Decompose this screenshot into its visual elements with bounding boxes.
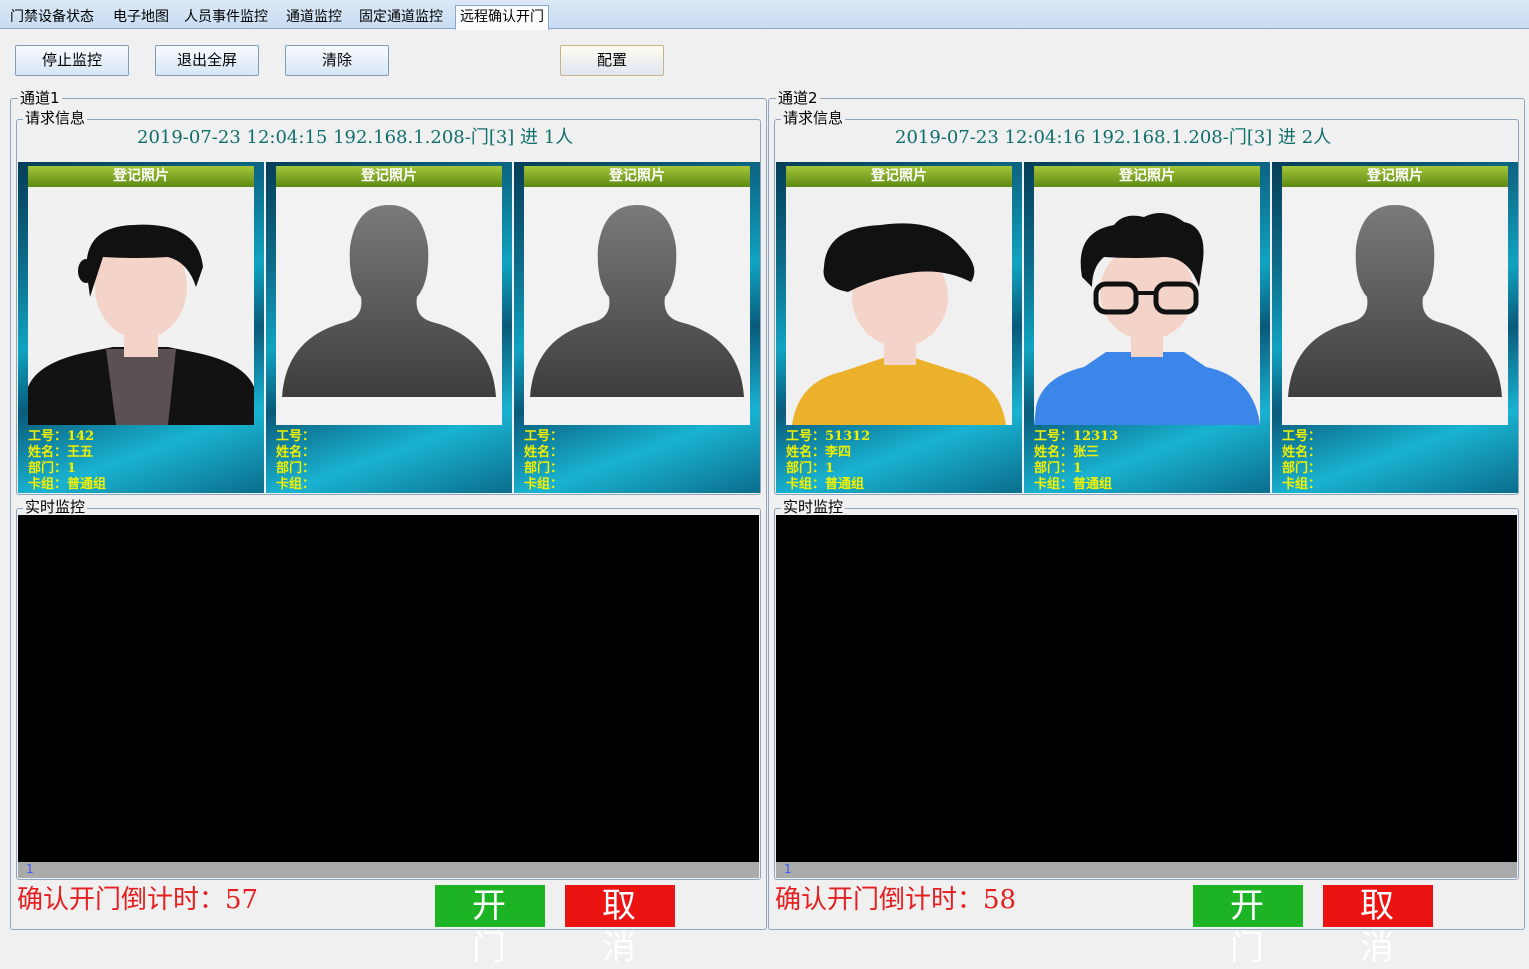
person-dept: 部门： (524, 461, 564, 476)
person-dept: 部门：1 (1034, 461, 1083, 476)
tab-device-status[interactable]: 门禁设备状态 (6, 6, 98, 28)
placeholder-silhouette-icon (1282, 187, 1508, 425)
card-header: 登记照片 (28, 166, 254, 187)
monitor-index: 1 (784, 862, 792, 876)
person-dept: 部门：1 (786, 461, 835, 476)
card-header: 登记照片 (1034, 166, 1260, 187)
person-name: 姓名： (1282, 445, 1322, 460)
person-dept: 部门： (1282, 461, 1322, 476)
person-name: 姓名：张三 (1034, 445, 1100, 460)
channel-2-video-scrollbar[interactable]: 1 (776, 862, 1517, 878)
channel-1-title: 通道1 (18, 89, 62, 107)
person-dept: 部门： (276, 461, 316, 476)
man-suit-avatar (28, 187, 254, 425)
channel-1-cancel-button[interactable]: 取消 (565, 885, 675, 968)
tab-personnel-event-monitor[interactable]: 人员事件监控 (180, 6, 272, 28)
card-header: 登记照片 (786, 166, 1012, 187)
channel-1-live-video[interactable] (18, 515, 759, 862)
stop-monitor-button[interactable]: 停止监控 (15, 45, 129, 76)
placeholder-silhouette-icon (524, 187, 750, 425)
channel-2-request-text: 2019-07-23 12:04:16 192.168.1.208-门[3] 进… (895, 127, 1332, 148)
person-name: 姓名：王五 (28, 445, 94, 460)
clear-button[interactable]: 清除 (285, 45, 389, 76)
person-group: 卡组： (276, 477, 316, 492)
channel-2-monitor-label: 实时监控 (781, 498, 846, 516)
person-group: 卡组： (1282, 477, 1322, 492)
person-id: 工号：142 (28, 429, 95, 444)
channel-2-title: 通道2 (776, 89, 820, 107)
person-group: 卡组：普通组 (1034, 477, 1113, 492)
person-group: 卡组：普通组 (28, 477, 107, 492)
tab-bar: 门禁设备状态 电子地图 人员事件监控 通道监控 固定通道监控 远程确认开门 (0, 0, 1529, 30)
yellow-shirt-avatar (786, 187, 1012, 425)
card-header: 登记照片 (524, 166, 750, 187)
channel-2-live-video[interactable] (776, 515, 1517, 862)
channel-1-person-card-1: 登记照片 工号：142 姓名：王五 部门：1 卡组：普通组 (18, 162, 264, 493)
tab-electronic-map[interactable]: 电子地图 (109, 6, 173, 28)
channel-2-person-card-3: 登记照片 工号： 姓名： 部门： 卡组： (1272, 162, 1518, 493)
channel-1-person-card-2: 登记照片 工号： 姓名： 部门： 卡组： (266, 162, 512, 493)
channel-2-person-card-1: 登记照片 工号：51312 姓名：李四 部门：1 卡组：普通组 (776, 162, 1022, 493)
channel-1-request-text: 2019-07-23 12:04:15 192.168.1.208-门[3] 进… (137, 127, 574, 148)
tab-channel-monitor[interactable]: 通道监控 (282, 6, 346, 28)
person-group: 卡组：普通组 (786, 477, 865, 492)
channel-1-request-label: 请求信息 (23, 109, 88, 127)
glasses-blue-shirt-avatar (1034, 187, 1260, 425)
channel-1-monitor-label: 实时监控 (23, 498, 88, 516)
person-name: 姓名：李四 (786, 445, 852, 460)
person-dept: 部门：1 (28, 461, 77, 476)
channel-2-cancel-button[interactable]: 取消 (1323, 885, 1433, 968)
channel-1-person-card-3: 登记照片 工号： 姓名： 部门： 卡组： (514, 162, 760, 493)
channel-2-countdown: 确认开门倒计时：58 (775, 885, 1017, 915)
card-header: 登记照片 (1282, 166, 1508, 187)
person-id: 工号：12313 (1034, 429, 1119, 444)
channel-1-countdown: 确认开门倒计时：57 (17, 885, 259, 915)
channel-2-open-door-button[interactable]: 开门 (1193, 885, 1303, 968)
config-button[interactable]: 配置 (560, 45, 664, 76)
monitor-index: 1 (26, 862, 34, 876)
person-id: 工号： (1282, 429, 1322, 444)
placeholder-silhouette-icon (276, 187, 502, 425)
tab-fixed-channel-monitor[interactable]: 固定通道监控 (355, 6, 447, 28)
person-name: 姓名： (276, 445, 316, 460)
channel-2-person-card-2: 登记照片 工号：12313 姓名：张三 部门：1 卡组：普通组 (1024, 162, 1270, 493)
card-header: 登记照片 (276, 166, 502, 187)
exit-fullscreen-button[interactable]: 退出全屏 (155, 45, 259, 76)
person-id: 工号： (276, 429, 316, 444)
channel-1-open-door-button[interactable]: 开门 (435, 885, 545, 968)
channel-2-request-label: 请求信息 (781, 109, 846, 127)
person-id: 工号：51312 (786, 429, 871, 444)
person-name: 姓名： (524, 445, 564, 460)
channel-1-video-scrollbar[interactable]: 1 (18, 862, 759, 878)
person-group: 卡组： (524, 477, 564, 492)
tab-remote-confirm-open[interactable]: 远程确认开门 (455, 5, 549, 30)
person-id: 工号： (524, 429, 564, 444)
